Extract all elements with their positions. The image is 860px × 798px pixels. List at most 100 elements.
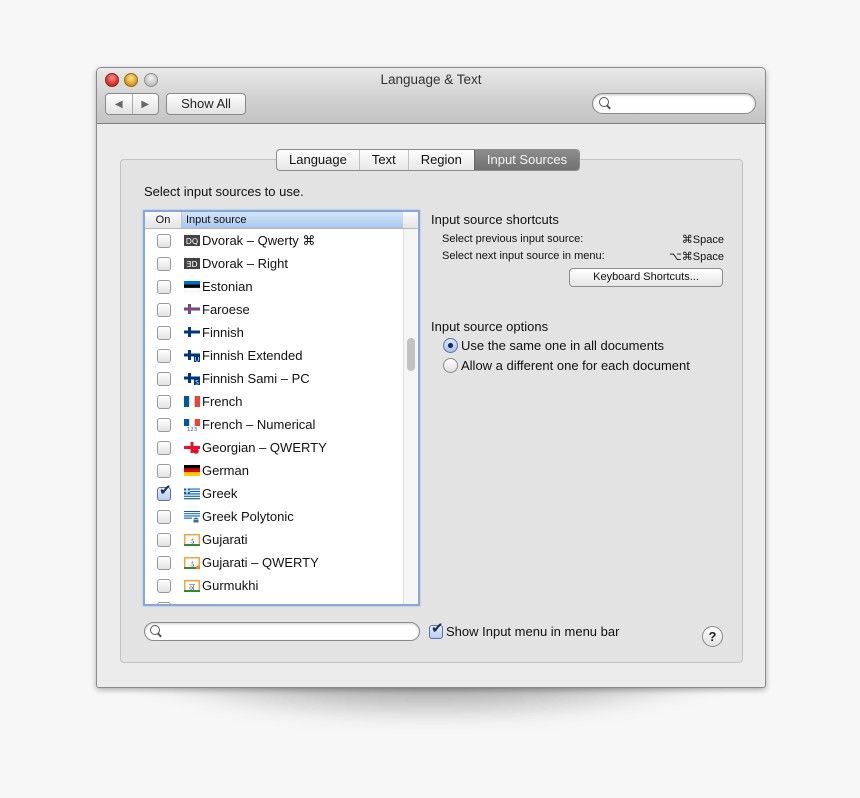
input-source-search-input[interactable]	[144, 622, 420, 641]
list-rows: DQ Dvorak – Qwerty ⌘ ƎD Dvorak – Right Eston…	[145, 229, 403, 604]
shortcut-label: Select previous input source:	[442, 233, 584, 245]
input-source-label: French	[202, 394, 243, 409]
enable-checkbox[interactable]	[157, 326, 171, 340]
radio-label: Allow a different one for each document	[461, 358, 690, 373]
estonia-flag-icon	[183, 280, 201, 292]
input-source-label: German	[202, 463, 249, 478]
enable-checkbox[interactable]	[157, 464, 171, 478]
list-item[interactable]: Greek Polytonic	[145, 505, 403, 528]
list-item[interactable]	[145, 597, 403, 604]
greece-polytonic-flag-icon	[184, 510, 200, 523]
forward-button[interactable]: ▶	[131, 94, 159, 114]
gurmukhi-icon: ਕ	[184, 579, 200, 592]
france-numerical-flag-icon: 123	[184, 418, 200, 433]
list-item[interactable]: Finnish	[145, 321, 403, 344]
enable-checkbox[interactable]	[157, 280, 171, 294]
enable-checkbox[interactable]	[157, 418, 171, 432]
dvorak-qwerty-icon: DQ	[184, 234, 200, 246]
show-input-menu-checkbox[interactable]: ✔	[429, 621, 444, 639]
germany-flag-icon	[184, 464, 200, 476]
input-source-label: Gujarati	[202, 532, 248, 547]
input-source-label: Finnish Sami – PC	[202, 371, 310, 386]
checkmark-icon: ✔	[159, 482, 172, 499]
list-item[interactable]: DQ Dvorak – Qwerty ⌘	[145, 229, 403, 252]
list-item[interactable]: ✔ Greek	[145, 482, 403, 505]
input-source-label: French – Numerical	[202, 417, 316, 432]
scrollbar[interactable]	[403, 229, 418, 604]
finland-sami-flag-icon: S	[184, 372, 200, 387]
input-sources-list[interactable]: On Input source DQ Dvorak – Qwerty ⌘ ƎD Dvo…	[143, 210, 420, 606]
options-title: Input source options	[431, 319, 549, 334]
shortcut-keys: ⌥⌘Space	[669, 251, 724, 263]
show-all-button[interactable]: Show All	[166, 93, 246, 115]
enable-checkbox[interactable]	[157, 372, 171, 386]
forward-arrow-icon: ▶	[141, 98, 150, 110]
input-source-label: Greek Polytonic	[202, 509, 294, 524]
svg-text:ડ: ડ	[190, 536, 195, 545]
tab-bar: Language Text Region Input Sources	[276, 149, 581, 171]
back-button[interactable]: ◀	[106, 94, 132, 114]
enable-checkbox[interactable]	[157, 510, 171, 524]
input-source-label: Gujarati – QWERTY	[202, 555, 319, 570]
list-item[interactable]: 123 French – Numerical	[145, 413, 403, 436]
tab-language[interactable]: Language	[277, 150, 359, 170]
search-icon	[150, 625, 160, 635]
gujarati-qwerty-icon: ડ	[184, 556, 200, 570]
list-item[interactable]: ડ Gujarati – QWERTY	[145, 551, 403, 574]
enable-checkbox[interactable]	[157, 349, 171, 363]
input-source-label: Finnish Extended	[202, 348, 303, 363]
enable-checkbox[interactable]	[157, 533, 171, 547]
list-item[interactable]: Estonian	[145, 275, 403, 298]
input-source-label: Finnish	[202, 325, 244, 340]
tab-input-sources[interactable]: Input Sources	[473, 150, 580, 170]
help-button[interactable]: ?	[702, 626, 723, 647]
input-source-label: Estonian	[202, 279, 253, 294]
radio-same-all-documents[interactable]	[443, 338, 458, 353]
finland-flag-icon	[184, 326, 200, 338]
enable-checkbox[interactable]	[157, 395, 171, 409]
svg-text:ਕ: ਕ	[188, 582, 195, 591]
list-header: On Input source	[145, 212, 418, 229]
input-sources-prompt: Select input sources to use.	[144, 184, 304, 199]
enable-checkbox[interactable]	[157, 303, 171, 317]
faroe-flag-icon	[184, 303, 200, 315]
input-source-label: Greek	[202, 486, 238, 501]
show-input-menu-label: Show Input menu in menu bar	[446, 624, 620, 639]
nav-buttons: ◀ ▶	[105, 93, 159, 115]
svg-text:ƎD: ƎD	[186, 260, 197, 269]
svg-text:S: S	[195, 380, 199, 386]
enable-checkbox[interactable]	[157, 234, 171, 248]
preferences-search-input[interactable]	[592, 93, 756, 114]
list-item[interactable]: Georgian – QWERTY	[145, 436, 403, 459]
list-item[interactable]: ਕ Gurmukhi	[145, 574, 403, 597]
svg-text:DQ: DQ	[186, 237, 198, 246]
input-source-label: Faroese	[202, 302, 250, 317]
list-item[interactable]: Faroese	[145, 298, 403, 321]
list-item[interactable]: ƎD Dvorak – Right	[145, 252, 403, 275]
enable-checkbox[interactable]	[157, 441, 171, 455]
list-item[interactable]: German	[145, 459, 403, 482]
enable-checkbox[interactable]	[157, 257, 171, 271]
list-item[interactable]: French	[145, 390, 403, 413]
tab-text[interactable]: Text	[358, 150, 408, 170]
back-arrow-icon: ◀	[114, 98, 123, 110]
enable-checkbox[interactable]	[157, 602, 171, 604]
window-title: Language & Text	[380, 72, 482, 87]
enable-checkbox[interactable]	[157, 579, 171, 593]
list-item[interactable]: U Finnish Extended	[145, 344, 403, 367]
greece-flag-icon	[184, 487, 200, 500]
shortcuts-title: Input source shortcuts	[431, 212, 559, 227]
svg-text:123: 123	[187, 427, 198, 431]
enable-checkbox[interactable]	[157, 556, 171, 570]
title-bar: Language & Text ◀ ▶ Show All	[97, 68, 765, 124]
tab-region[interactable]: Region	[407, 150, 474, 170]
scrollbar-thumb[interactable]	[407, 338, 415, 371]
keyboard-shortcuts-button[interactable]: Keyboard Shortcuts...	[569, 268, 723, 287]
column-header-on[interactable]: On	[145, 212, 182, 228]
list-item[interactable]: S Finnish Sami – PC	[145, 367, 403, 390]
list-item[interactable]: ડ Gujarati	[145, 528, 403, 551]
radio-different-each-document[interactable]	[443, 358, 458, 373]
column-header-input-source[interactable]: Input source	[182, 212, 403, 228]
svg-text:ડ: ડ	[190, 559, 195, 568]
enable-checkbox[interactable]: ✔	[157, 483, 172, 501]
